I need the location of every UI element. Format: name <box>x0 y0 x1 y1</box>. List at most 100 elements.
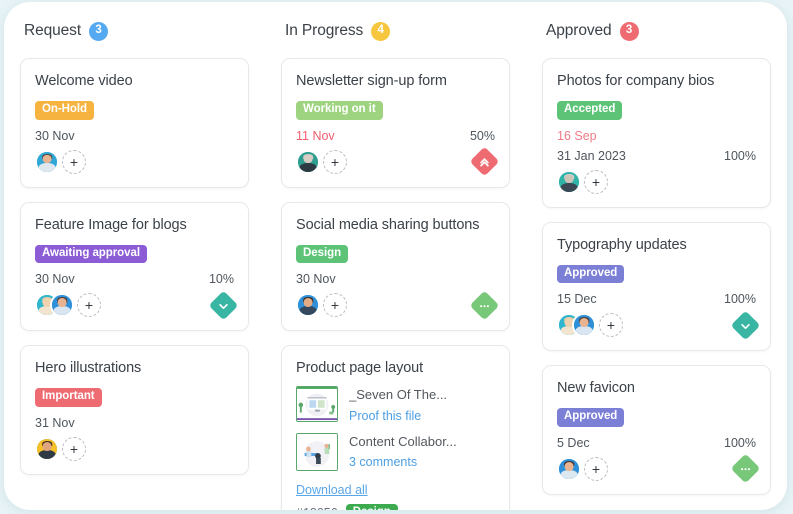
card-tag[interactable]: Working on it <box>296 101 383 120</box>
avatar-group: + <box>557 313 623 338</box>
kanban-card[interactable]: Social media sharing buttons Design 30 Nov… <box>281 201 510 332</box>
avatar-group: + <box>35 436 86 461</box>
card-due-date: 15 Dec <box>557 292 597 307</box>
card-tag-row: Approved <box>557 263 756 284</box>
attachment-text: Content Collabor... 3 comments <box>349 433 457 471</box>
card-title: Product page layout <box>296 360 424 377</box>
kanban-column-request: Request 3 Welcome video On-Hold 30 Nov + Featu… <box>4 18 265 510</box>
card-tag[interactable]: Awaiting approval <box>35 244 147 264</box>
add-assignee-button[interactable]: + <box>599 313 623 338</box>
card-meta-row: 31 Jan 2023 100% <box>557 149 756 163</box>
card-footer: + <box>557 169 756 195</box>
avatar-man-blue[interactable] <box>35 149 59 174</box>
card-title: Photos for company bios <box>557 73 715 89</box>
column-header: Approved 3 <box>546 18 771 44</box>
card-title: New favicon <box>557 380 635 397</box>
column-title: Request <box>24 22 82 39</box>
avatar-man-dark[interactable] <box>296 149 320 174</box>
card-tag[interactable]: Approved <box>557 408 625 427</box>
kanban-card[interactable]: New favicon Approved 5 Dec 100% + <box>542 365 771 495</box>
avatar-man-glasses[interactable] <box>296 293 320 318</box>
avatar-man-blue[interactable] <box>50 293 74 318</box>
add-assignee-button[interactable]: + <box>62 149 86 174</box>
card-due-date: 5 Dec <box>557 435 590 450</box>
avatar-body <box>38 162 56 172</box>
illustration-thumb[interactable] <box>296 432 338 471</box>
priority-low-icon[interactable] <box>730 310 761 341</box>
attachment-row[interactable]: _Seven Of The... Proof this file <box>296 386 495 424</box>
column-header: Request 3 <box>24 18 249 44</box>
kanban-card[interactable]: Product page layout _Seven Of The... Proof… <box>281 345 510 510</box>
card-id: #18056 <box>296 506 338 510</box>
column-count-badge: 4 <box>371 21 391 41</box>
avatar-head <box>303 298 313 308</box>
attachment-filename: _Seven Of The... <box>349 387 448 403</box>
avatar-head <box>42 154 52 164</box>
card-tag[interactable]: Important <box>35 388 102 407</box>
card-title: Feature Image for blogs <box>35 216 187 233</box>
avatar-head <box>42 441 52 451</box>
kanban-card[interactable]: Photos for company bios Accepted 16 Sep 31 … <box>542 58 771 208</box>
card-footer: + <box>557 310 761 341</box>
avatar-group: + <box>35 293 101 318</box>
card-footer: + <box>296 290 500 321</box>
avatar-body <box>299 306 317 316</box>
card-meta-row: 11 Nov 50% <box>296 129 495 143</box>
card-progress-percent: 100% <box>724 292 756 307</box>
avatar-body <box>575 326 593 336</box>
card-due-date: 11 Nov <box>296 128 335 143</box>
card-title: Newsletter sign-up form <box>296 73 447 89</box>
card-tag[interactable]: Accepted <box>557 101 623 120</box>
avatar-man-blue[interactable] <box>557 456 581 481</box>
card-progress-percent: 50% <box>469 128 495 143</box>
card-title: Hero illustrations <box>35 360 142 377</box>
card-tag-row: Working on it <box>296 99 495 120</box>
kanban-column-approved: Approved 3 Photos for company bios Accepted… <box>526 18 787 510</box>
kanban-card[interactable]: Welcome video On-Hold 30 Nov + <box>20 58 249 188</box>
add-assignee-button[interactable]: + <box>77 293 101 318</box>
card-tag-row: Awaiting approval <box>35 243 234 264</box>
add-assignee-button[interactable]: + <box>584 169 608 194</box>
kanban-card[interactable]: Typography updates Approved 15 Dec 100% + <box>542 221 771 352</box>
avatar-man-blue[interactable] <box>572 313 596 338</box>
avatar-group: + <box>296 293 347 318</box>
wide-screenshot-thumb[interactable] <box>296 386 338 423</box>
kanban-card[interactable]: Hero illustrations Important 31 Nov + <box>20 345 249 475</box>
card-footer: + <box>35 436 234 462</box>
priority-high-icon[interactable] <box>469 146 500 177</box>
priority-medium-icon[interactable] <box>469 290 500 321</box>
avatar-man-teal[interactable] <box>557 169 581 194</box>
card-tag-row: Design <box>296 243 495 264</box>
attachment-link[interactable]: Proof this file <box>349 409 421 423</box>
card-tag[interactable]: Approved <box>557 264 625 284</box>
add-assignee-button[interactable]: + <box>323 293 347 318</box>
attachment-link[interactable]: 3 comments <box>349 455 417 469</box>
kanban-card[interactable]: Newsletter sign-up form Working on it 11 N… <box>281 58 510 188</box>
add-assignee-button[interactable]: + <box>323 149 347 174</box>
card-footer: + <box>296 146 500 177</box>
add-assignee-button[interactable]: + <box>584 456 608 481</box>
kanban-card[interactable]: Feature Image for blogs Awaiting approval… <box>20 201 249 332</box>
add-assignee-button[interactable]: + <box>62 436 86 461</box>
avatar-head <box>303 154 313 164</box>
card-tag[interactable]: On-Hold <box>35 101 94 120</box>
priority-low-icon[interactable] <box>208 290 239 321</box>
card-due-date: 30 Nov <box>35 272 75 287</box>
column-title: In Progress <box>285 22 364 39</box>
card-due-date: 30 Nov <box>296 272 336 287</box>
priority-medium-icon[interactable] <box>730 454 761 484</box>
avatar-group: + <box>296 149 347 174</box>
avatar-man-yellow[interactable] <box>35 436 59 461</box>
column-header: In Progress 4 <box>285 18 510 44</box>
attachment-row[interactable]: Content Collabor... 3 comments <box>296 432 495 471</box>
card-meta-row: 30 Nov 10% <box>35 272 234 286</box>
card-meta-row: 5 Dec 100% <box>557 436 756 450</box>
card-date-alt: 16 Sep <box>557 128 597 143</box>
avatar-head <box>564 461 574 471</box>
card-tag[interactable]: Design <box>296 244 349 264</box>
card-id-row: #18056 Design <box>296 503 495 510</box>
card-tag[interactable]: Design <box>345 503 398 510</box>
download-all-link[interactable]: Download all <box>296 483 368 497</box>
card-title: Social media sharing buttons <box>296 216 480 233</box>
card-tag-row: Accepted <box>557 99 756 120</box>
